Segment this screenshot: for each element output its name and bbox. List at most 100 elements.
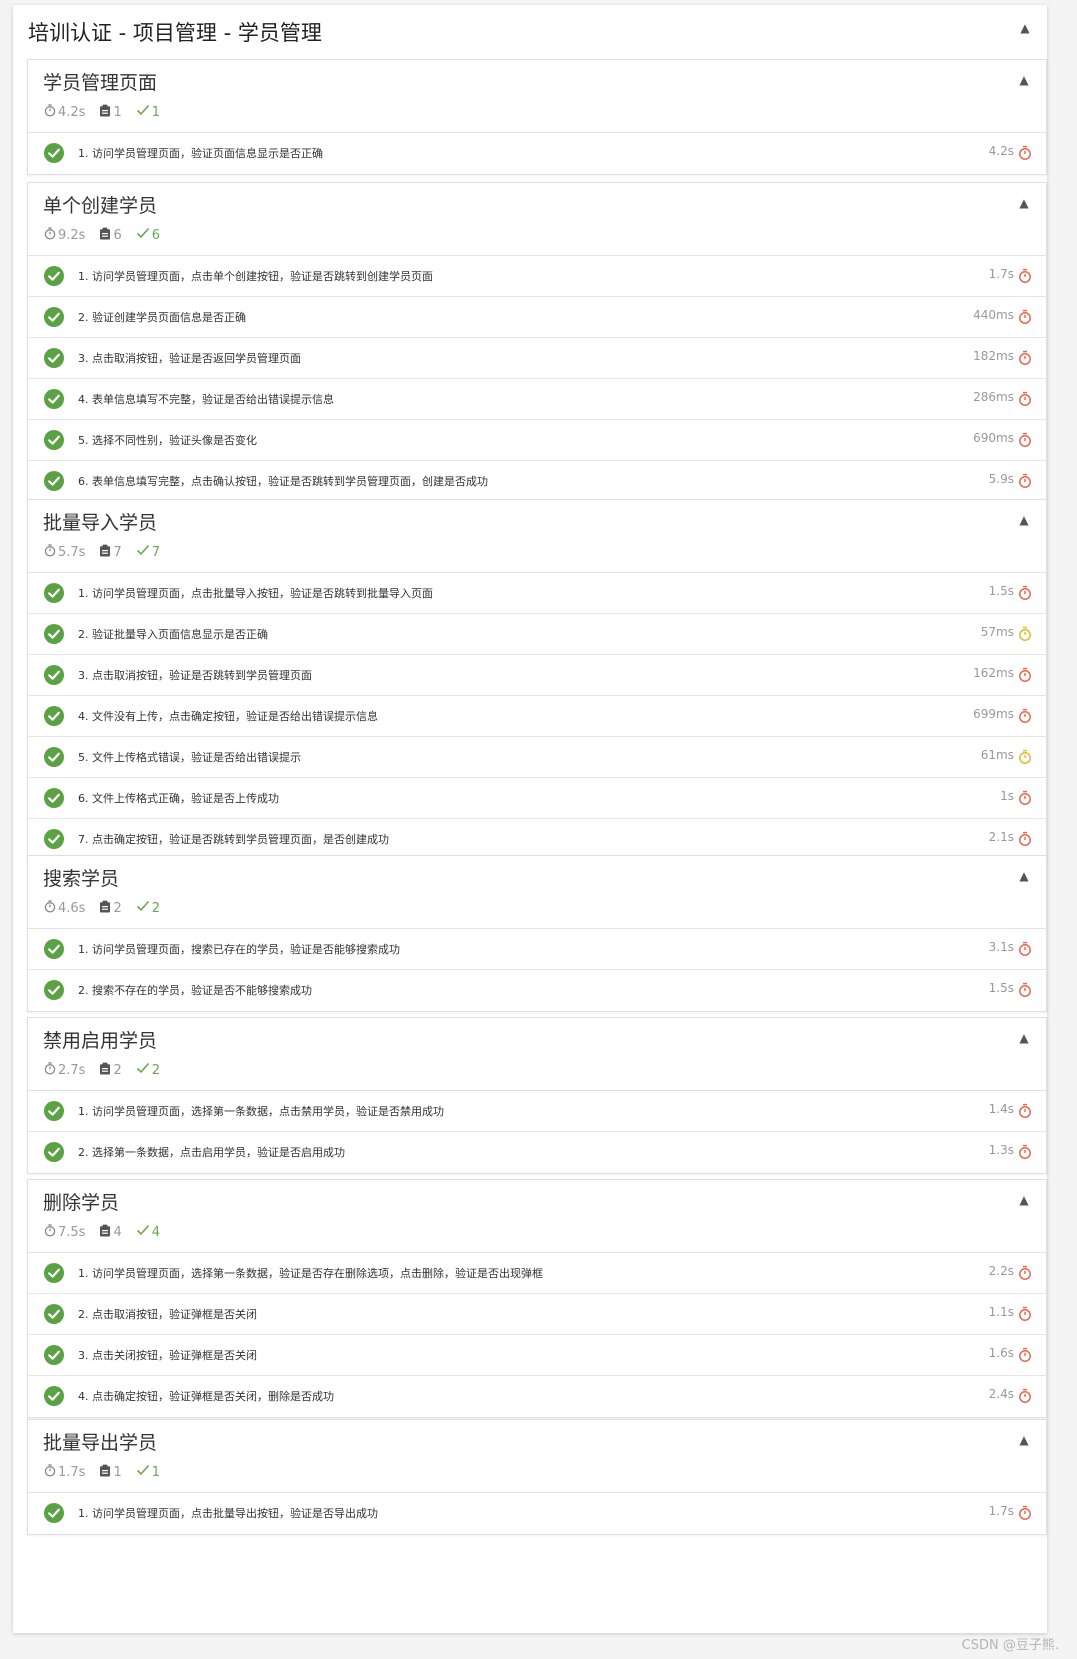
test-duration: 2.2s	[988, 1264, 1014, 1278]
suite-test-count: 2	[99, 1062, 122, 1079]
test-duration: 3.1s	[988, 940, 1014, 954]
suite-duration-value: 1.7s	[58, 1464, 86, 1480]
test-duration: 1.5s	[988, 584, 1014, 598]
passed-check-icon	[43, 1385, 65, 1407]
passed-check-icon	[43, 306, 65, 328]
chevron-up-icon[interactable]: ▲	[1014, 1430, 1034, 1450]
test-duration: 1.7s	[988, 267, 1014, 281]
suite-header[interactable]: 禁用启用学员 ▲ 2.7s 2 2	[28, 1018, 1046, 1091]
suite-title: 搜索学员	[43, 868, 120, 890]
suite-stats: 5.7s 7 7	[44, 543, 174, 561]
check-icon	[136, 227, 152, 243]
test-row[interactable]: 3. 点击关闭按钮，验证弹框是否关闭 1.6s	[28, 1335, 1046, 1376]
test-row[interactable]: 7. 点击确定按钮，验证是否跳转到学员管理页面，是否创建成功 2.1s	[28, 819, 1046, 860]
chevron-up-icon[interactable]: ▲	[1014, 510, 1034, 530]
test-row[interactable]: 1. 访问学员管理页面，点击批量导出按钮，验证是否导出成功 1.7s	[28, 1493, 1046, 1534]
passed-check-icon	[43, 429, 65, 451]
chevron-up-icon[interactable]: ▲	[1014, 1190, 1034, 1210]
suite-title: 批量导出学员	[43, 1432, 158, 1454]
test-row[interactable]: 1. 访问学员管理页面，验证页面信息显示是否正确 4.2s	[28, 133, 1046, 174]
test-title: 7. 点击确定按钮，验证是否跳转到学员管理页面，是否创建成功	[78, 833, 389, 846]
test-row[interactable]: 3. 点击取消按钮，验证是否返回学员管理页面 182ms	[28, 338, 1046, 379]
test-row[interactable]: 2. 点击取消按钮，验证弹框是否关闭 1.1s	[28, 1294, 1046, 1335]
suite-duration: 4.2s	[44, 103, 86, 121]
check-icon	[136, 1062, 152, 1078]
suite-duration: 1.7s	[44, 1463, 86, 1481]
passed-check-icon	[43, 265, 65, 287]
stopwatch-icon	[44, 1463, 58, 1481]
stopwatch-icon	[1018, 309, 1032, 325]
stopwatch-icon	[1018, 473, 1032, 489]
passed-check-icon	[43, 623, 65, 645]
chevron-up-icon[interactable]: ▲	[1014, 1028, 1034, 1048]
chevron-up-icon[interactable]: ▲	[1014, 193, 1034, 213]
suite-passed-count: 6	[136, 227, 160, 243]
test-duration: 61ms	[980, 748, 1014, 762]
suite-passed-count: 7	[136, 544, 160, 560]
check-icon	[136, 1464, 152, 1480]
test-row[interactable]: 2. 验证批量导入页面信息显示是否正确 57ms	[28, 614, 1046, 655]
suite-header[interactable]: 搜索学员 ▲ 4.6s 2 2	[28, 856, 1046, 929]
passed-check-icon	[43, 1100, 65, 1122]
suite-stats: 2.7s 2 2	[44, 1061, 174, 1079]
stopwatch-icon	[1018, 982, 1032, 998]
test-title: 1. 访问学员管理页面，选择第一条数据，验证是否存在删除选项，点击删除，验证是否…	[78, 1267, 543, 1280]
stopwatch-icon	[1018, 1388, 1032, 1404]
test-duration: 57ms	[980, 625, 1014, 639]
test-row[interactable]: 1. 访问学员管理页面，点击单个创建按钮，验证是否跳转到创建学员页面 1.7s	[28, 256, 1046, 297]
test-row[interactable]: 2. 搜索不存在的学员，验证是否不能够搜索成功 1.5s	[28, 970, 1046, 1011]
test-row[interactable]: 1. 访问学员管理页面，搜索已存在的学员，验证是否能够搜索成功 3.1s	[28, 929, 1046, 970]
test-title: 5. 文件上传格式错误，验证是否给出错误提示	[78, 751, 301, 764]
clipboard-icon	[99, 900, 113, 917]
stopwatch-icon	[44, 103, 58, 121]
test-duration: 1.5s	[988, 981, 1014, 995]
test-row[interactable]: 2. 验证创建学员页面信息是否正确 440ms	[28, 297, 1046, 338]
chevron-up-icon[interactable]: ▲	[1015, 18, 1035, 38]
suite-stats: 1.7s 1 1	[44, 1463, 174, 1481]
test-title: 4. 点击确定按钮，验证弹框是否关闭，删除是否成功	[78, 1390, 334, 1403]
suite-duration-value: 9.2s	[58, 227, 86, 243]
suite-test-count: 1	[99, 1464, 122, 1481]
stopwatch-icon	[1018, 145, 1032, 161]
suite-header[interactable]: 学员管理页面 ▲ 4.2s 1 1	[28, 60, 1046, 133]
suite-card: 禁用启用学员 ▲ 2.7s 2 2 1. 访问学员管理页面，选择第一条数据，点击禁用学员，…	[27, 1017, 1047, 1174]
suite-card: 批量导入学员 ▲ 5.7s 7 7 1. 访问学员管理页面，点击批量导入按钮，验证是否跳转…	[27, 499, 1047, 861]
suite-test-count: 2	[99, 900, 122, 917]
test-row[interactable]: 4. 文件没有上传，点击确定按钮，验证是否给出错误提示信息 699ms	[28, 696, 1046, 737]
check-icon	[136, 104, 152, 120]
test-row[interactable]: 1. 访问学员管理页面，选择第一条数据，点击禁用学员，验证是否禁用成功 1.4s	[28, 1091, 1046, 1132]
test-title: 1. 访问学员管理页面，搜索已存在的学员，验证是否能够搜索成功	[78, 943, 400, 956]
chevron-up-icon[interactable]: ▲	[1014, 70, 1034, 90]
test-row[interactable]: 1. 访问学员管理页面，选择第一条数据，验证是否存在删除选项，点击删除，验证是否…	[28, 1253, 1046, 1294]
suite-stats: 7.5s 4 4	[44, 1223, 174, 1241]
stopwatch-icon	[1018, 1144, 1032, 1160]
stopwatch-icon	[1018, 1505, 1032, 1521]
suite-header[interactable]: 批量导出学员 ▲ 1.7s 1 1	[28, 1420, 1046, 1493]
test-row[interactable]: 3. 点击取消按钮，验证是否跳转到学员管理页面 162ms	[28, 655, 1046, 696]
suite-header[interactable]: 删除学员 ▲ 7.5s 4 4	[28, 1180, 1046, 1253]
suite-passed-count: 1	[136, 104, 160, 120]
chevron-up-icon[interactable]: ▲	[1014, 866, 1034, 886]
test-duration: 5.9s	[988, 472, 1014, 486]
suite-passed-count-value: 1	[151, 1464, 161, 1480]
test-row[interactable]: 6. 表单信息填写完整，点击确认按钮，验证是否跳转到学员管理页面，创建是否成功 5…	[28, 461, 1046, 502]
test-row[interactable]: 5. 选择不同性别，验证头像是否变化 690ms	[28, 420, 1046, 461]
test-row[interactable]: 6. 文件上传格式正确，验证是否上传成功 1s	[28, 778, 1046, 819]
test-row[interactable]: 4. 点击确定按钮，验证弹框是否关闭，删除是否成功 2.4s	[28, 1376, 1046, 1417]
suite-stats: 9.2s 6 6	[44, 226, 174, 244]
suite-test-count: 7	[99, 544, 122, 561]
passed-check-icon	[43, 938, 65, 960]
passed-check-icon	[43, 828, 65, 850]
test-row[interactable]: 4. 表单信息填写不完整，验证是否给出错误提示信息 286ms	[28, 379, 1046, 420]
test-row[interactable]: 2. 选择第一条数据，点击启用学员，验证是否启用成功 1.3s	[28, 1132, 1046, 1173]
suite-header[interactable]: 单个创建学员 ▲ 9.2s 6 6	[28, 183, 1046, 256]
test-title: 1. 访问学员管理页面，验证页面信息显示是否正确	[78, 147, 323, 160]
test-row[interactable]: 1. 访问学员管理页面，点击批量导入按钮，验证是否跳转到批量导入页面 1.5s	[28, 573, 1046, 614]
suite-duration-value: 4.2s	[58, 104, 86, 120]
panel-header[interactable]: 培训认证 - 项目管理 - 学员管理 ▲	[13, 5, 1047, 57]
test-row[interactable]: 5. 文件上传格式错误，验证是否给出错误提示 61ms	[28, 737, 1046, 778]
suite-test-count-value: 2	[113, 900, 122, 916]
suite-passed-count-value: 6	[151, 227, 161, 243]
suite-title: 删除学员	[43, 1192, 120, 1214]
suite-header[interactable]: 批量导入学员 ▲ 5.7s 7 7	[28, 500, 1046, 573]
